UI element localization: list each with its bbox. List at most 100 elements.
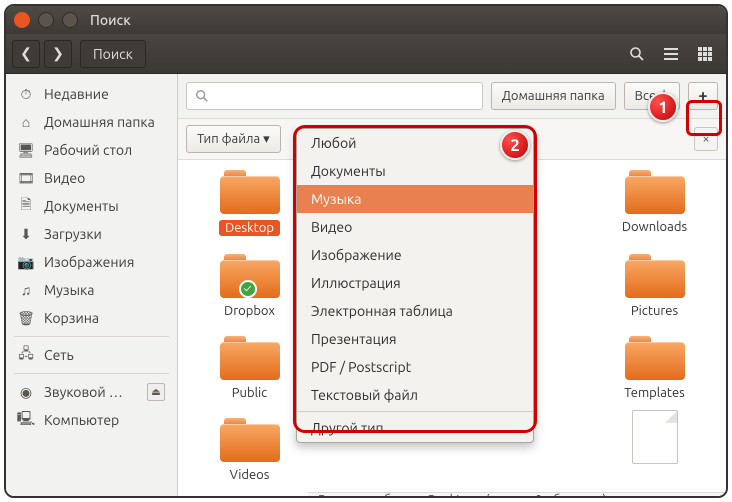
sidebar-item-4[interactable]: 🗎Документы (6, 192, 177, 220)
folder-item[interactable]: Pictures (600, 254, 710, 318)
folder-icon (220, 418, 280, 462)
sidebar-label: Рабочий стол (44, 142, 132, 158)
sidebar-label: Недавние (44, 86, 109, 102)
sidebar-item-3[interactable]: 🎞 Видео (6, 164, 177, 192)
sidebar-icon: ♫ (18, 282, 34, 298)
sidebar-label: Компьютер (44, 412, 119, 428)
dropdown-item-other[interactable]: Другой тип… (297, 414, 533, 442)
dropdown-item[interactable]: Иллюстрация (297, 269, 533, 297)
sidebar-item-audio[interactable]: ◉ Звуковой … ⏏ (6, 378, 177, 406)
sidebar-icon: ⬇ (18, 226, 34, 243)
sidebar-icon: ⌂ (18, 114, 34, 130)
nav-back-button[interactable]: ❮ (12, 40, 40, 68)
dropdown-item[interactable]: Любой (297, 129, 533, 157)
folder-icon (625, 254, 685, 298)
sidebar-item-8[interactable]: 🗑 Корзина (6, 304, 177, 332)
sidebar-label: Корзина (44, 310, 99, 326)
search-toggle-button[interactable] (622, 40, 652, 68)
window-minimize-button[interactable] (38, 12, 54, 28)
dropdown-item[interactable]: Музыка (297, 185, 533, 213)
search-icon (629, 46, 645, 62)
search-input-container (186, 82, 483, 110)
sidebar-label: Звуковой … (44, 384, 123, 400)
folder-item[interactable]: Templates (600, 336, 710, 400)
sidebar-separator (14, 336, 169, 337)
search-row: Домашняя папка Все ф + (178, 74, 726, 119)
dropdown-item[interactable]: Изображение (297, 241, 533, 269)
folder-label: Desktop (219, 220, 280, 236)
status-bar: Выделен объект «Desktop» (внутри 0 объек… (308, 492, 726, 498)
titlebar: Поиск (6, 6, 726, 34)
sidebar-label: Музыка (44, 282, 94, 298)
dropdown-item[interactable]: PDF / Postscript (297, 353, 533, 381)
toolbar: ❮ ❯ Поиск (6, 34, 726, 74)
window-maximize-button[interactable] (62, 12, 78, 28)
sidebar: ⏱ Недавние ⌂ Домашняя папка 🖥 Рабочий стол 🎞 Ви… (6, 74, 178, 496)
search-input[interactable] (215, 89, 474, 104)
computer-icon: 🖳 (18, 408, 34, 432)
folder-item[interactable]: Downloads (600, 170, 710, 236)
sidebar-item-network[interactable]: 🖧Сеть (6, 341, 177, 369)
sidebar-icon: ⏱ (18, 86, 34, 103)
dropdown-separator (297, 411, 533, 412)
folder-item[interactable] (600, 418, 710, 482)
view-grid-button[interactable] (690, 40, 720, 68)
folder-label: Templates (624, 386, 685, 400)
folder-item[interactable]: Videos (195, 418, 305, 482)
nav-forward-button[interactable]: ❯ (44, 40, 72, 68)
folder-label: Videos (230, 468, 270, 482)
sidebar-item-1[interactable]: ⌂ Домашняя папка (6, 108, 177, 136)
view-list-button[interactable] (656, 40, 686, 68)
folder-label: Public (232, 386, 267, 400)
dropdown-item[interactable]: Презентация (297, 325, 533, 353)
list-icon (663, 46, 679, 62)
grid-icon (697, 46, 713, 62)
folder-icon (220, 336, 280, 380)
sidebar-label: Загрузки (44, 226, 102, 242)
network-icon: 🖧 (18, 343, 34, 367)
sidebar-icon: 🗑 (18, 310, 34, 327)
sidebar-item-7[interactable]: ♫ Музыка (6, 276, 177, 304)
sidebar-item-5[interactable]: ⬇ Загрузки (6, 220, 177, 248)
sync-badge-icon: ✓ (239, 280, 257, 298)
sidebar-icon: 🎞 (18, 170, 34, 187)
eject-button[interactable]: ⏏ (147, 383, 165, 401)
dropdown-item[interactable]: Документы (297, 157, 533, 185)
window-close-button[interactable] (14, 12, 30, 28)
folder-label: Dropbox (224, 304, 275, 318)
sidebar-label: Изображения (44, 254, 134, 270)
annotation-badge-2: 2 (500, 130, 530, 160)
folder-item[interactable]: Public (195, 336, 305, 400)
sidebar-item-6[interactable]: 📷 Изображения (6, 248, 177, 276)
folder-label: Pictures (631, 304, 678, 318)
folder-label: Downloads (622, 220, 687, 234)
folder-item[interactable]: Desktop (195, 170, 305, 236)
sidebar-item-2[interactable]: 🖥 Рабочий стол (6, 136, 177, 164)
search-icon (195, 89, 209, 103)
file-type-dropdown[interactable]: ЛюбойДокументыМузыкаВидеоИзображениеИллю… (296, 128, 534, 443)
sidebar-icon: 🖥 (18, 142, 34, 159)
add-filter-button[interactable]: + (688, 82, 718, 110)
dropdown-item[interactable]: Электронная таблица (297, 297, 533, 325)
disc-icon: ◉ (18, 384, 34, 401)
document-icon (632, 410, 678, 464)
folder-item[interactable]: ✓ Dropbox (195, 254, 305, 318)
status-text: Выделен объект «Desktop» (внутри 0 объек… (318, 493, 607, 498)
sidebar-label: Видео (44, 170, 85, 186)
sidebar-label: Домашняя папка (44, 114, 155, 130)
window-title: Поиск (90, 12, 131, 28)
file-type-dropdown-button[interactable]: Тип файла ▾ (186, 125, 281, 153)
sidebar-icon: 📷 (18, 254, 34, 271)
sidebar-item-0[interactable]: ⏱ Недавние (6, 80, 177, 108)
location-crumb[interactable]: Поиск (80, 40, 146, 68)
annotation-badge-1: 1 (648, 92, 678, 122)
remove-filter-button[interactable]: × (694, 127, 718, 151)
sidebar-separator (14, 373, 169, 374)
sidebar-item-computer[interactable]: 🖳 Компьютер (6, 406, 177, 434)
folder-icon (625, 170, 685, 214)
folder-icon (220, 170, 280, 214)
location-filter-button[interactable]: Домашняя папка (491, 82, 616, 110)
folder-icon (625, 336, 685, 380)
dropdown-item[interactable]: Видео (297, 213, 533, 241)
dropdown-item[interactable]: Текстовый файл (297, 381, 533, 409)
